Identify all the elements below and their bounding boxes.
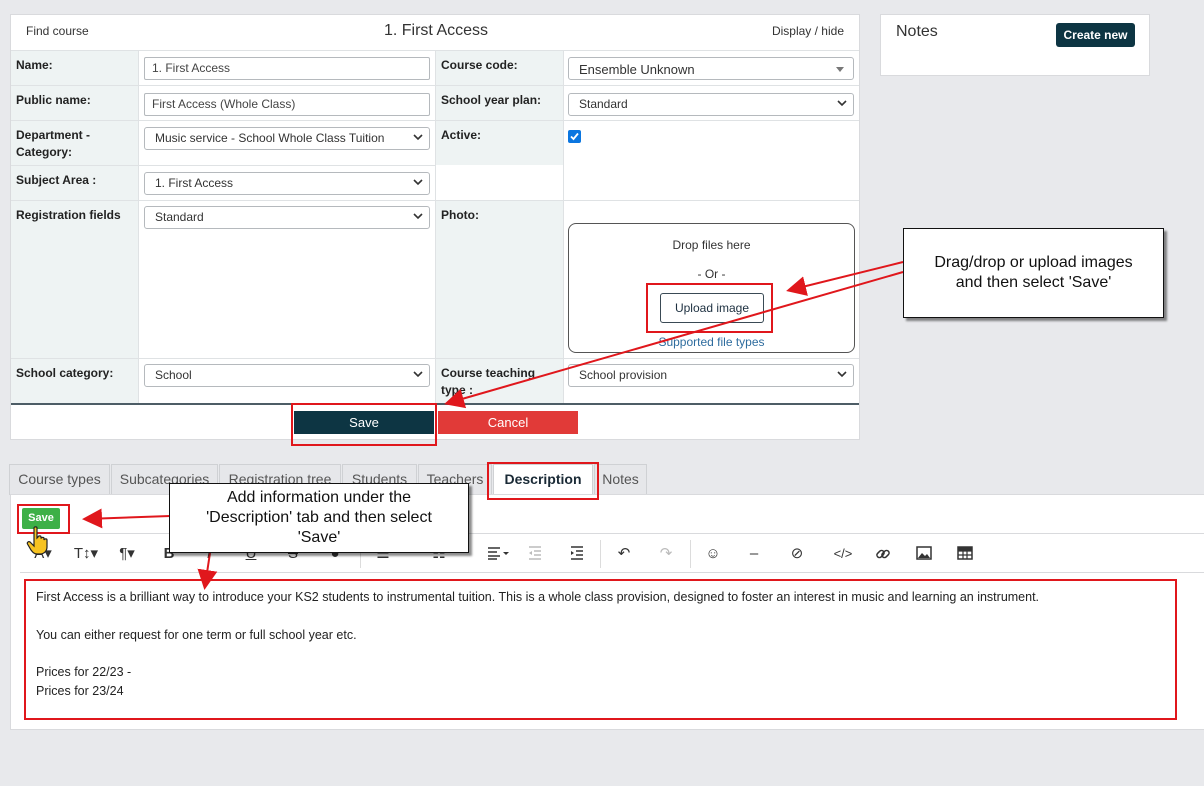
description-callout: Add information under the 'Description' …	[169, 483, 469, 553]
upload-callout: Drag/drop or upload images and then sele…	[903, 228, 1164, 318]
highlight-editor	[24, 579, 1177, 720]
description-callout-line1: Add information under the	[226, 489, 412, 506]
highlight-upload-button	[646, 283, 773, 333]
arrow-to-description-save	[82, 508, 171, 529]
hand-cursor-icon	[26, 526, 48, 555]
highlight-save-button	[291, 403, 437, 446]
description-callout-line2: 'Description' tab and then select	[206, 509, 432, 526]
description-callout-line3: 'Save'	[297, 529, 341, 546]
upload-callout-line2: and then select 'Save'	[955, 274, 1112, 291]
highlight-description-tab	[487, 462, 599, 500]
upload-callout-line1: Drag/drop or upload images	[934, 254, 1133, 271]
